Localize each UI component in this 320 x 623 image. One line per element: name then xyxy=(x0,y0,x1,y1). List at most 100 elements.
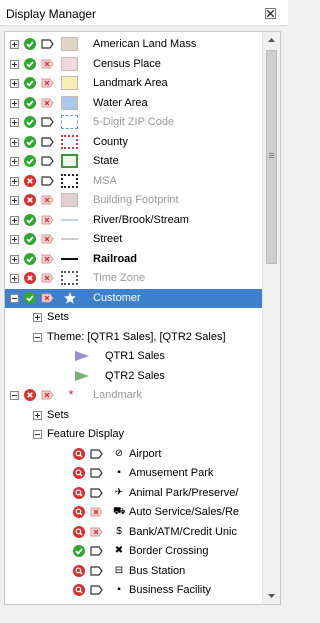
theme-item-row[interactable]: QTR1 Sales xyxy=(5,347,262,366)
hidden-x-icon[interactable] xyxy=(24,272,36,284)
layer-row[interactable]: MSA xyxy=(5,172,262,191)
zoom-visibility-icon[interactable] xyxy=(73,564,85,577)
zoom-visibility-icon[interactable] xyxy=(73,584,85,596)
autolabel-tag-icon[interactable] xyxy=(90,487,103,498)
visible-check-icon[interactable] xyxy=(24,291,36,304)
autolabel-off-tag-icon[interactable] xyxy=(41,59,54,69)
visible-check-icon[interactable] xyxy=(24,77,36,89)
landmark-feature-row[interactable]: Feature Display xyxy=(5,425,262,444)
scroll-thumb[interactable] xyxy=(266,50,277,264)
autolabel-off-tag-icon[interactable] xyxy=(41,273,54,283)
autolabel-off-tag-icon[interactable] xyxy=(41,195,54,205)
autolabel-off-tag-icon[interactable] xyxy=(90,507,103,517)
visible-check-icon[interactable] xyxy=(24,116,36,128)
autolabel-off-tag-icon[interactable] xyxy=(41,254,54,264)
layer-style-swatch xyxy=(61,134,78,149)
autolabel-tag-icon[interactable] xyxy=(41,156,54,166)
autolabel-off-tag-icon[interactable] xyxy=(41,293,54,303)
hidden-x-icon[interactable] xyxy=(24,389,36,401)
collapse-toggle[interactable] xyxy=(33,332,42,342)
feature-row[interactable]: $ Bank/ATM/Credit Unic xyxy=(5,523,262,542)
autolabel-off-tag-icon[interactable] xyxy=(41,98,54,108)
expand-toggle[interactable] xyxy=(33,410,42,420)
zoom-visibility-icon[interactable] xyxy=(73,447,85,460)
feature-row[interactable]: ▪ Amusement Park xyxy=(5,464,262,483)
layer-row-landmark[interactable]: * Landmark xyxy=(5,386,262,405)
visible-check-icon[interactable] xyxy=(24,57,36,70)
layer-row[interactable]: Census Place xyxy=(5,55,262,74)
visible-check-icon[interactable] xyxy=(24,96,36,109)
autolabel-tag-icon[interactable] xyxy=(90,448,103,459)
autolabel-off-tag-icon[interactable] xyxy=(41,390,54,400)
zoom-visibility-icon[interactable] xyxy=(73,525,85,538)
autolabel-off-tag-icon[interactable] xyxy=(41,78,54,88)
zoom-visibility-icon[interactable] xyxy=(73,467,85,479)
expand-toggle[interactable] xyxy=(10,59,19,69)
visible-check-icon[interactable] xyxy=(24,252,36,265)
expand-toggle[interactable] xyxy=(10,196,19,205)
layer-row[interactable]: American Land Mass xyxy=(5,35,262,54)
collapse-toggle[interactable] xyxy=(33,430,42,439)
visible-check-icon[interactable] xyxy=(24,213,36,226)
vertical-scrollbar[interactable] xyxy=(262,32,280,604)
autolabel-off-tag-icon[interactable] xyxy=(90,527,103,537)
expand-toggle[interactable] xyxy=(10,79,19,88)
customer-sets-row[interactable]: Sets xyxy=(5,308,262,327)
layer-row[interactable]: Time Zone xyxy=(5,269,262,288)
expand-toggle[interactable] xyxy=(10,40,19,49)
layer-row[interactable]: County xyxy=(5,133,262,152)
scroll-down-arrow-icon[interactable] xyxy=(263,587,280,604)
expand-toggle[interactable] xyxy=(10,254,19,264)
visible-check-icon[interactable] xyxy=(24,135,36,148)
customer-theme-row[interactable]: Theme: [QTR1 Sales], [QTR2 Sales] xyxy=(5,328,262,347)
autolabel-tag-icon[interactable] xyxy=(90,468,103,478)
layer-row[interactable]: Landmark Area xyxy=(5,74,262,93)
visible-check-icon[interactable] xyxy=(24,155,36,167)
zoom-visibility-icon[interactable] xyxy=(73,506,85,518)
expand-toggle[interactable] xyxy=(10,98,19,108)
feature-row[interactable]: ⛟ Auto Service/Sales/Re xyxy=(5,503,262,522)
feature-row[interactable]: ⊘ Airport xyxy=(5,445,262,464)
hidden-x-icon[interactable] xyxy=(24,194,36,206)
feature-row[interactable]: ✖ Border Crossing xyxy=(5,542,262,561)
expand-toggle[interactable] xyxy=(33,313,42,322)
expand-toggle[interactable] xyxy=(10,215,19,225)
visible-check-icon[interactable] xyxy=(24,38,36,50)
visible-check-icon[interactable] xyxy=(73,545,85,557)
hidden-x-icon[interactable] xyxy=(24,174,36,187)
autolabel-tag-icon[interactable] xyxy=(90,546,103,556)
landmark-sets-row[interactable]: Sets xyxy=(5,406,262,425)
expand-toggle[interactable] xyxy=(10,274,19,283)
theme-item-row[interactable]: QTR2 Sales xyxy=(5,367,262,386)
layer-row[interactable]: Street xyxy=(5,230,262,249)
autolabel-off-tag-icon[interactable] xyxy=(41,234,54,244)
layer-row[interactable]: 5-Digit ZIP Code xyxy=(5,113,262,132)
feature-row[interactable]: ▪ Business Facility xyxy=(5,581,262,600)
layer-row-customer[interactable]: Customer xyxy=(5,288,262,308)
close-icon[interactable] xyxy=(265,8,276,19)
expand-toggle[interactable] xyxy=(10,157,19,166)
visible-check-icon[interactable] xyxy=(24,233,36,245)
expand-toggle[interactable] xyxy=(10,137,19,147)
scroll-up-arrow-icon[interactable] xyxy=(263,32,280,49)
expand-toggle[interactable] xyxy=(10,176,19,186)
layer-row[interactable]: Water Area xyxy=(5,94,262,113)
layer-row[interactable]: State xyxy=(5,152,262,171)
expand-toggle[interactable] xyxy=(10,118,19,127)
collapse-toggle[interactable] xyxy=(10,391,19,400)
expand-toggle[interactable] xyxy=(10,235,19,244)
autolabel-tag-icon[interactable] xyxy=(90,565,103,576)
layer-row[interactable]: River/Brook/Stream xyxy=(5,211,262,230)
autolabel-tag-icon[interactable] xyxy=(90,585,103,595)
autolabel-tag-icon[interactable] xyxy=(41,117,54,127)
layer-row[interactable]: Railroad xyxy=(5,250,262,269)
autolabel-tag-icon[interactable] xyxy=(41,39,54,49)
layer-row[interactable]: Building Footprint xyxy=(5,191,262,210)
autolabel-off-tag-icon[interactable] xyxy=(41,215,54,225)
feature-row[interactable]: ✈ Animal Park/Preserve/ xyxy=(5,484,262,503)
autolabel-tag-icon[interactable] xyxy=(41,136,54,147)
autolabel-tag-icon[interactable] xyxy=(41,175,54,186)
zoom-visibility-icon[interactable] xyxy=(73,486,85,499)
feature-row[interactable]: ⊟ Bus Station xyxy=(5,562,262,581)
collapse-toggle[interactable] xyxy=(10,293,19,303)
